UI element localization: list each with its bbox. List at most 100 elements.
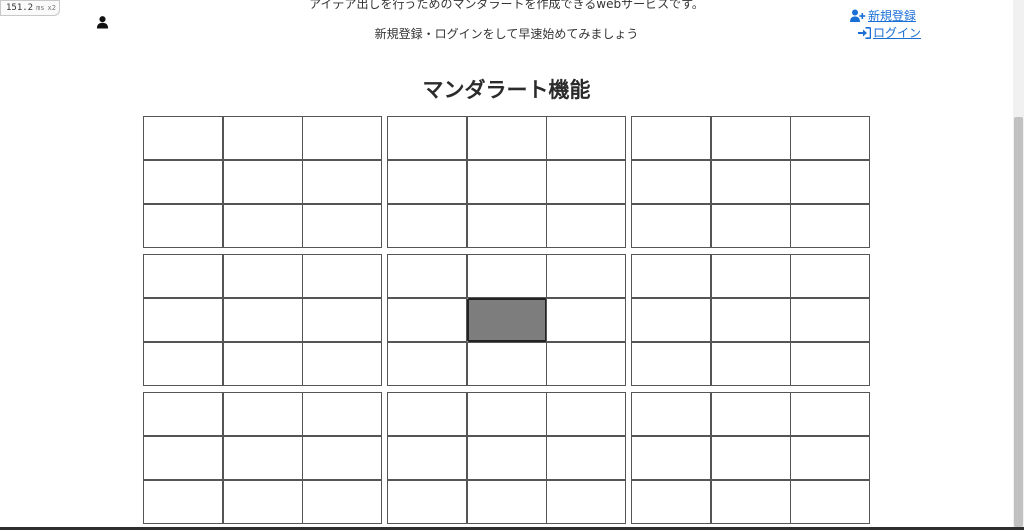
mandalart-block [143, 116, 383, 248]
mandalart-cell[interactable] [222, 116, 303, 160]
login-label: ログイン [873, 26, 922, 40]
mandalart-cell[interactable] [466, 342, 547, 386]
mandalart-block [631, 254, 871, 386]
mandalart-cell[interactable] [631, 116, 711, 160]
mandalart-cell[interactable] [143, 298, 223, 342]
mandalart-cell[interactable] [790, 116, 871, 160]
mandalart-block [387, 116, 627, 248]
mandalart-cell[interactable] [790, 254, 871, 298]
mandalart-cell[interactable] [710, 480, 791, 524]
mandalart-block [143, 392, 383, 524]
register-link[interactable]: 新規登録 [850, 7, 916, 24]
mandalart-cell[interactable] [631, 392, 711, 436]
mandalart-center-cell[interactable] [466, 298, 547, 342]
mandalart-cell[interactable] [387, 298, 467, 342]
mandalart-cell[interactable] [222, 160, 303, 204]
mandalart-cell[interactable] [466, 392, 547, 436]
mandalart-cell[interactable] [222, 392, 303, 436]
mandalart-cell[interactable] [710, 298, 791, 342]
mandalart-cell[interactable] [546, 116, 627, 160]
register-label: 新規登録 [868, 9, 917, 23]
mandalart-cell[interactable] [302, 298, 383, 342]
mandalart-cell[interactable] [790, 480, 871, 524]
mandalart-block [387, 392, 627, 524]
mandalart-cell[interactable] [222, 480, 303, 524]
mandalart-cell[interactable] [387, 116, 467, 160]
mandalart-cell[interactable] [710, 116, 791, 160]
mandalart-cell[interactable] [631, 480, 711, 524]
mandalart-cell[interactable] [631, 160, 711, 204]
mandalart-cell[interactable] [790, 298, 871, 342]
mandalart-cell[interactable] [387, 204, 467, 248]
mandalart-cell[interactable] [631, 254, 711, 298]
mandalart-block [143, 254, 383, 386]
mandalart-cell[interactable] [710, 204, 791, 248]
mandalart-cell[interactable] [790, 342, 871, 386]
mandalart-cell[interactable] [302, 254, 383, 298]
mandalart-cell[interactable] [790, 392, 871, 436]
mandalart-grid [143, 116, 871, 526]
mandalart-cell[interactable] [710, 254, 791, 298]
login-link[interactable]: ログイン [858, 24, 921, 41]
mandalart-cell[interactable] [710, 436, 791, 480]
mandalart-cell[interactable] [222, 342, 303, 386]
mandalart-cell[interactable] [143, 160, 223, 204]
mandalart-cell[interactable] [222, 436, 303, 480]
mandalart-cell[interactable] [631, 204, 711, 248]
mandalart-cell[interactable] [143, 392, 223, 436]
mandalart-cell[interactable] [302, 392, 383, 436]
mandalart-block [631, 116, 871, 248]
user-plus-icon [850, 9, 866, 22]
mandalart-cell[interactable] [222, 298, 303, 342]
mandalart-cell[interactable] [143, 480, 223, 524]
scrollbar-track[interactable] [1013, 0, 1024, 530]
mandalart-cell[interactable] [387, 342, 467, 386]
mandalart-cell[interactable] [466, 116, 547, 160]
page-title: マンダラート機能 [422, 78, 591, 102]
mandalart-cell[interactable] [546, 480, 627, 524]
mandalart-cell[interactable] [546, 392, 627, 436]
mandalart-cell[interactable] [387, 254, 467, 298]
mandalart-cell[interactable] [387, 480, 467, 524]
mandalart-cell[interactable] [302, 436, 383, 480]
mandalart-cell[interactable] [710, 392, 791, 436]
mandalart-cell[interactable] [387, 436, 467, 480]
mandalart-cell[interactable] [546, 254, 627, 298]
mandalart-cell[interactable] [466, 480, 547, 524]
mandalart-cell[interactable] [790, 160, 871, 204]
scrollbar-thumb[interactable] [1014, 117, 1023, 527]
mandalart-cell[interactable] [302, 116, 383, 160]
mandalart-cell[interactable] [790, 204, 871, 248]
mandalart-cell[interactable] [546, 204, 627, 248]
mandalart-cell[interactable] [466, 204, 547, 248]
mandalart-cell[interactable] [546, 160, 627, 204]
mandalart-cell[interactable] [143, 116, 223, 160]
sign-in-icon [858, 26, 871, 39]
mandalart-cell[interactable] [143, 436, 223, 480]
mandalart-cell[interactable] [631, 298, 711, 342]
mandalart-cell[interactable] [302, 160, 383, 204]
mandalart-block [631, 392, 871, 524]
mandalart-cell[interactable] [302, 480, 383, 524]
mandalart-cell[interactable] [466, 254, 547, 298]
mandalart-cell[interactable] [546, 436, 627, 480]
mandalart-cell[interactable] [790, 436, 871, 480]
mandalart-cell[interactable] [710, 342, 791, 386]
mandalart-cell[interactable] [631, 342, 711, 386]
mandalart-cell[interactable] [222, 204, 303, 248]
mandalart-cell[interactable] [143, 254, 223, 298]
mandalart-block [387, 254, 627, 386]
mandalart-cell[interactable] [143, 342, 223, 386]
mandalart-cell[interactable] [466, 160, 547, 204]
mandalart-cell[interactable] [631, 436, 711, 480]
mandalart-cell[interactable] [143, 204, 223, 248]
mandalart-cell[interactable] [466, 436, 547, 480]
mandalart-cell[interactable] [546, 342, 627, 386]
mandalart-cell[interactable] [302, 204, 383, 248]
mandalart-cell[interactable] [222, 254, 303, 298]
mandalart-cell[interactable] [546, 298, 627, 342]
mandalart-cell[interactable] [710, 160, 791, 204]
mandalart-cell[interactable] [387, 392, 467, 436]
mandalart-cell[interactable] [302, 342, 383, 386]
mandalart-cell[interactable] [387, 160, 467, 204]
